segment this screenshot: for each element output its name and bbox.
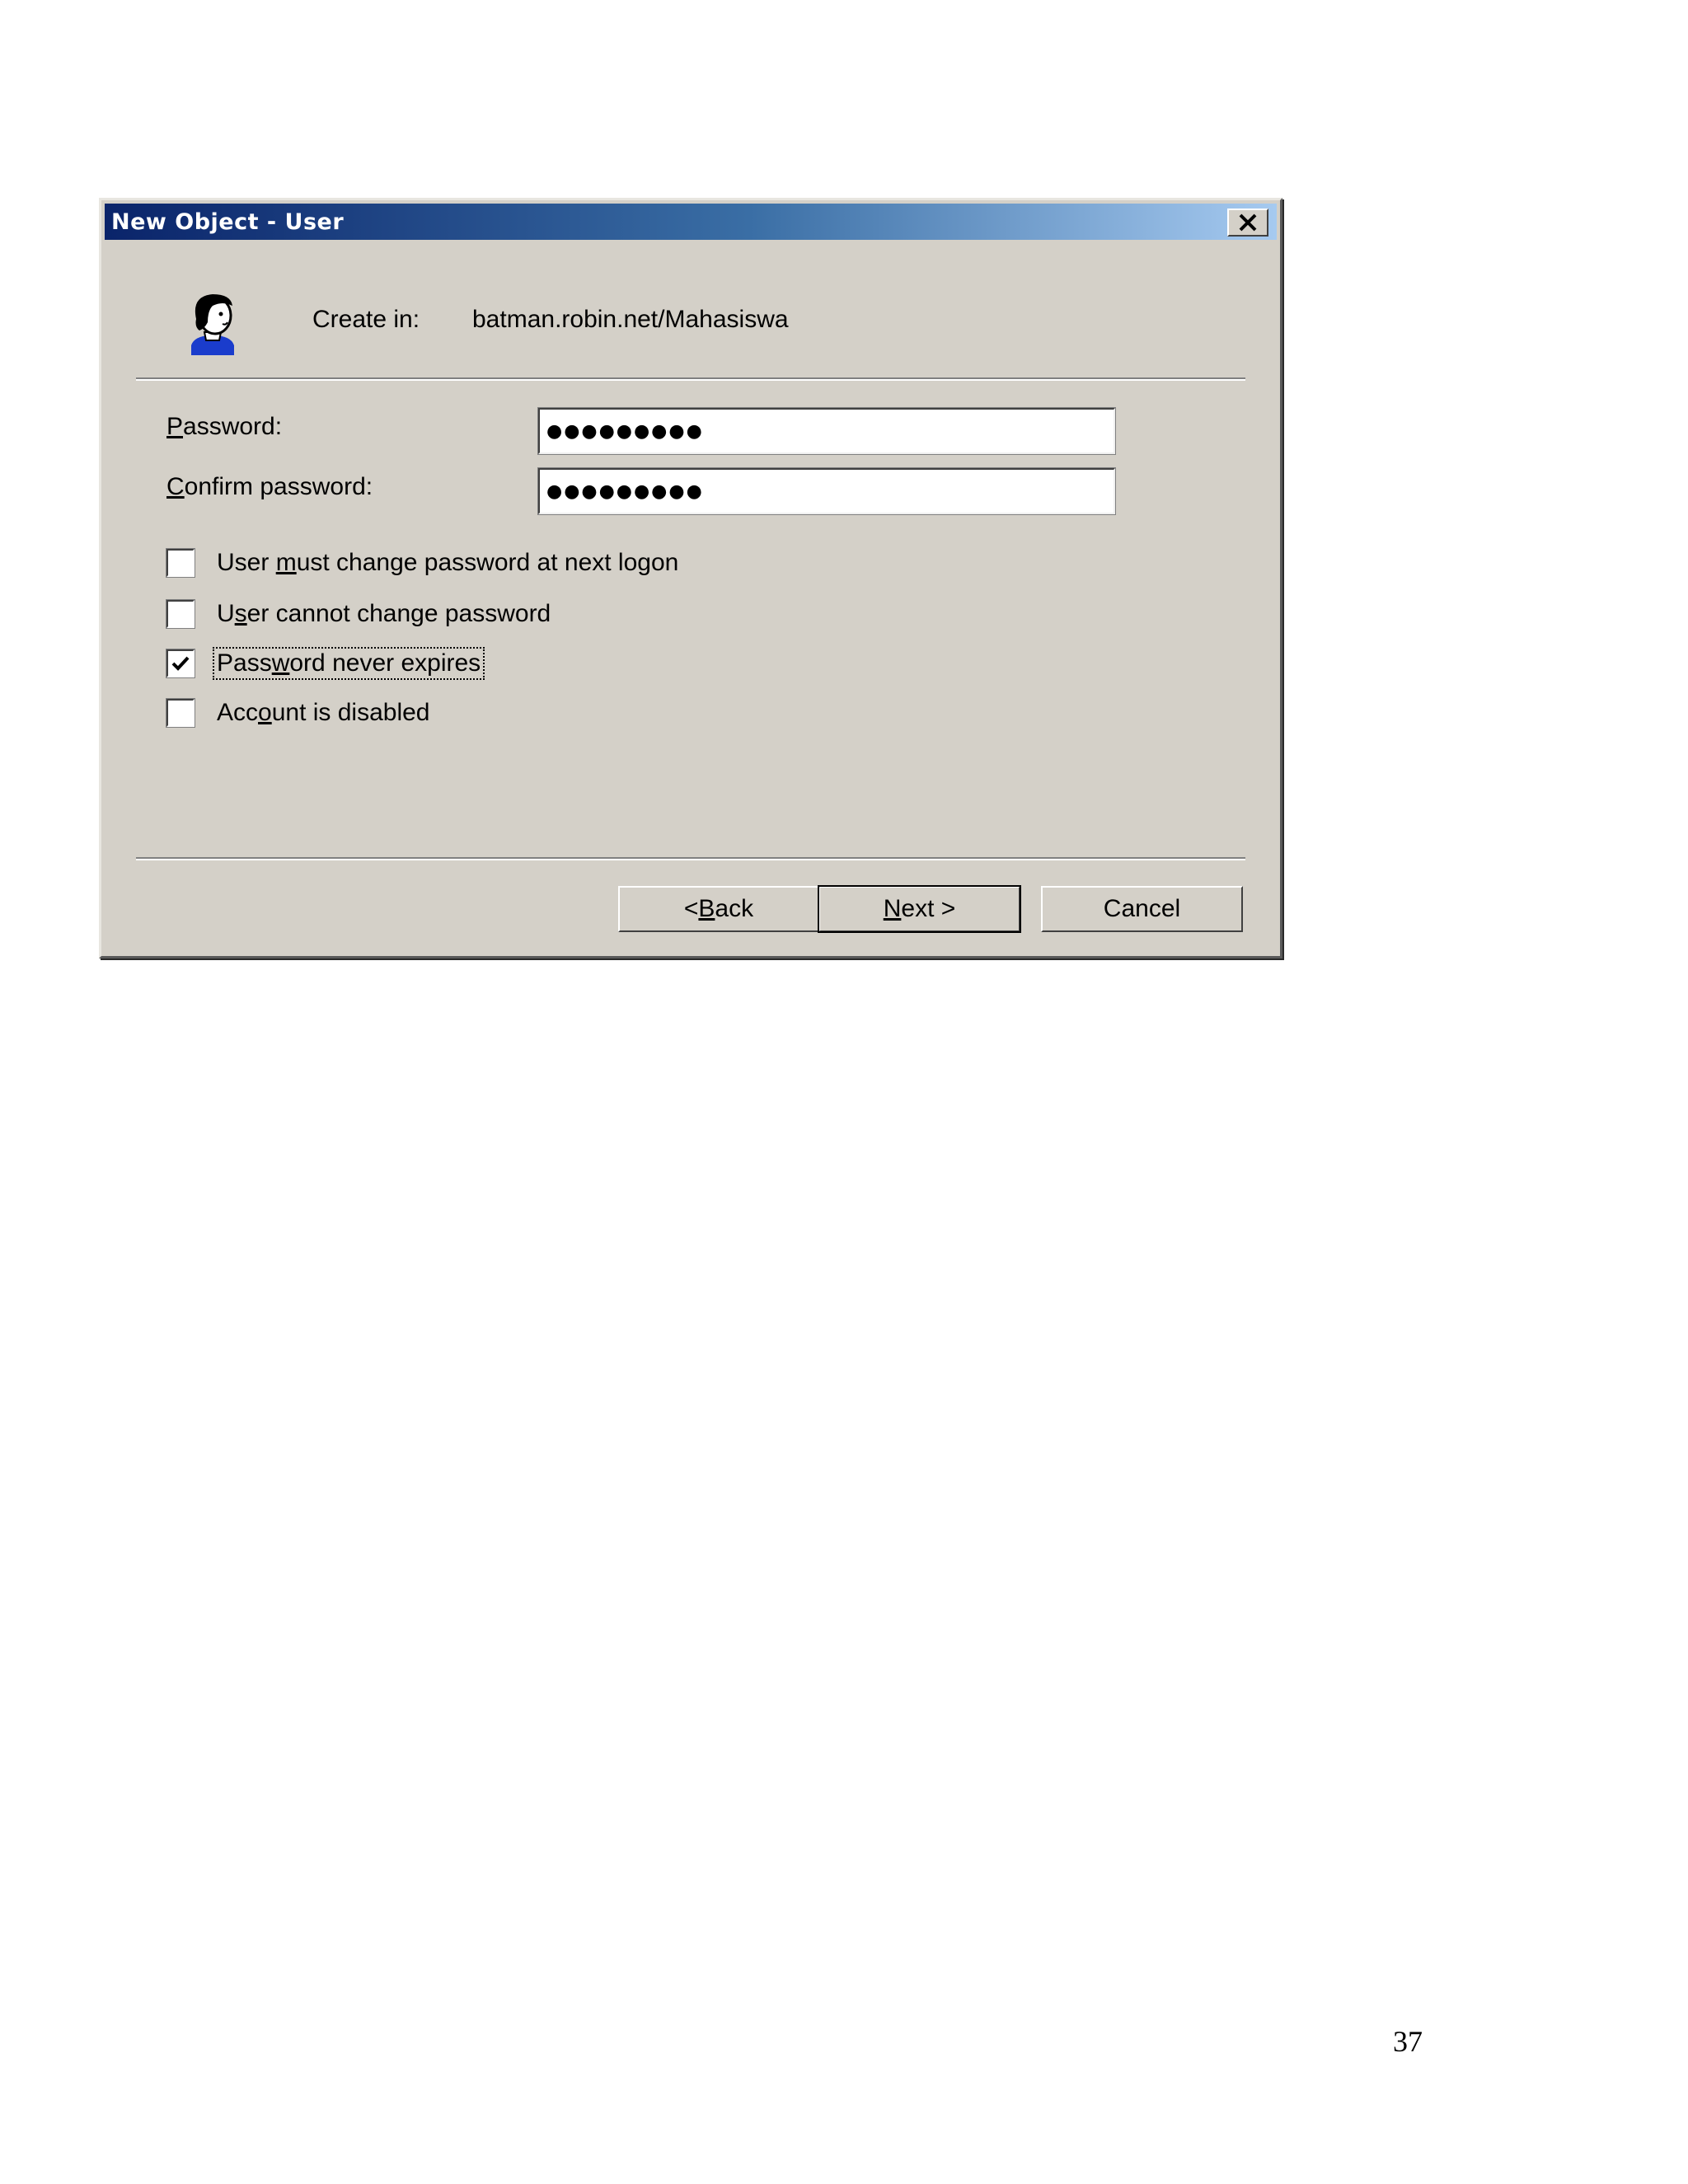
confirm-password-label: Confirm password: — [166, 473, 373, 500]
checkbox-label: Password never expires — [212, 647, 485, 680]
next-button[interactable]: Next > — [818, 885, 1021, 933]
checkbox[interactable] — [166, 548, 195, 578]
checkbox-label: User must change password at next logon — [217, 549, 679, 576]
checkbox[interactable] — [166, 599, 195, 629]
create-in-label: Create in: — [312, 306, 420, 333]
back-button[interactable]: < Back — [618, 886, 819, 932]
new-object-user-dialog: New Object - User Create in: batman.robi… — [99, 198, 1282, 958]
checkmark-icon — [171, 656, 190, 671]
checkbox[interactable] — [166, 698, 195, 728]
password-input[interactable] — [537, 407, 1116, 455]
option-account-disabled[interactable]: Account is disabled — [166, 698, 432, 728]
top-separator — [136, 377, 1245, 381]
checkbox-label: Account is disabled — [217, 699, 430, 726]
confirm-password-input[interactable] — [537, 467, 1116, 515]
dialog-title: New Object - User — [111, 209, 345, 235]
close-icon — [1239, 213, 1257, 232]
title-bar[interactable]: New Object - User — [105, 204, 1277, 240]
option-must-change-password[interactable]: User must change password at next logon — [166, 548, 680, 578]
close-button[interactable] — [1227, 209, 1268, 237]
cancel-button[interactable]: Cancel — [1041, 886, 1243, 932]
option-password-never-expires[interactable]: Password never expires — [166, 647, 485, 680]
bottom-separator — [136, 857, 1245, 860]
checkbox-label: User cannot change password — [217, 600, 551, 627]
option-cannot-change-password[interactable]: User cannot change password — [166, 599, 552, 629]
create-in-path: batman.robin.net/Mahasiswa — [472, 306, 789, 333]
password-label: Password: — [166, 413, 283, 440]
user-icon — [191, 294, 234, 355]
checkbox[interactable] — [166, 649, 195, 678]
page-number: 37 — [1393, 2025, 1423, 2058]
